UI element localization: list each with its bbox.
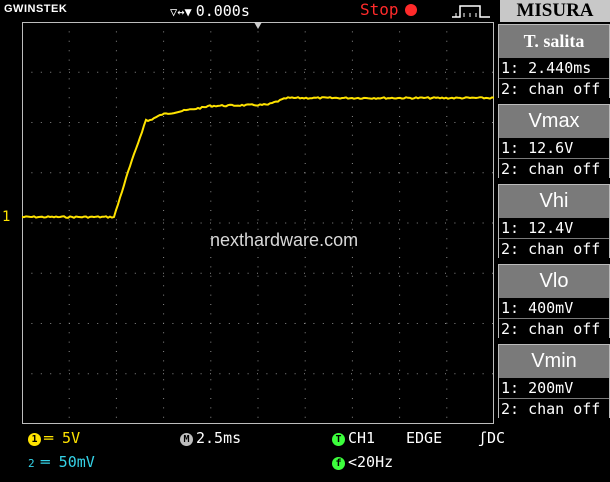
measurement-sidebar: T. salita 1: 2.440ms 2: chan off Vmax 1:…: [494, 22, 610, 424]
trigger-badge-icon: T: [332, 433, 345, 446]
trigger-source-value: CH1: [348, 429, 376, 447]
channel-1-trace: [22, 96, 494, 219]
trigger-coupling[interactable]: ʃDC: [478, 429, 505, 447]
ch1-scale-readout[interactable]: 1 ═ 5V: [28, 429, 80, 447]
trigger-position-marker: [254, 22, 262, 29]
ch2-badge-icon: 2: [28, 457, 35, 470]
top-status-bar: GWINSTEK ▽↔▼ 0.000s Stop MISURA: [0, 0, 610, 22]
trigger-position-icon: ▽↔▼: [170, 5, 192, 19]
timebase-badge-icon: M: [180, 433, 193, 446]
frequency-badge-icon: f: [332, 457, 345, 470]
measure-ch2-value: 2: chan off: [499, 239, 609, 259]
graticule: [22, 22, 494, 424]
measure-ch1-value: 1: 200mV: [499, 378, 609, 398]
measure-panel-vhi[interactable]: Vhi 1: 12.4V 2: chan off: [498, 184, 610, 259]
measure-ch2-value: 2: chan off: [499, 159, 609, 179]
trigger-delay-value: 0.000s: [195, 2, 250, 20]
brand-logo: GWINSTEK: [4, 3, 68, 15]
measure-ch1-value: 1: 400mV: [499, 298, 609, 318]
ch1-badge-icon: 1: [28, 433, 41, 446]
watermark-text: nexthardware.com: [210, 230, 359, 250]
menu-title: MISURA: [500, 0, 610, 22]
measure-label: Vlo: [539, 270, 569, 292]
bottom-status-bar: 1 ═ 5V 2 ═ 50mV M 2.5ms T CH1 EDGE ʃDC f <20H…: [0, 424, 610, 482]
measure-panel-vmin[interactable]: Vmin 1: 200mV 2: chan off: [498, 344, 610, 419]
measure-label: Vmin: [531, 350, 577, 372]
measure-panel-vlo[interactable]: Vlo 1: 400mV 2: chan off: [498, 264, 610, 339]
measure-label: Vmax: [528, 110, 580, 132]
run-state-label: Stop: [360, 0, 399, 19]
measure-panel-rise-time[interactable]: T. salita 1: 2.440ms 2: chan off: [498, 24, 610, 99]
measure-panel-vmax[interactable]: Vmax 1: 12.6V 2: chan off: [498, 104, 610, 179]
ch1-scale-value: ═ 5V: [44, 429, 81, 447]
run-stop-status[interactable]: Stop: [360, 0, 417, 19]
ch2-scale-value: ═ 50mV: [40, 453, 95, 471]
waveform-display: [22, 22, 494, 424]
timebase-readout[interactable]: M 2.5ms: [180, 429, 241, 447]
graticule-border: [22, 22, 494, 424]
measure-ch1-value: 1: 12.4V: [499, 218, 609, 238]
timebase-value: 2.5ms: [196, 429, 242, 447]
trigger-position-readout: ▽↔▼ 0.000s: [170, 2, 250, 20]
trigger-edge-icon: [452, 5, 490, 18]
measure-ch1-value: 1: 12.6V: [499, 138, 609, 158]
trigger-type[interactable]: EDGE: [406, 429, 442, 447]
measure-label: T. salita: [523, 31, 585, 51]
stop-indicator-icon: [404, 4, 417, 16]
frequency-readout: f <20Hz: [332, 453, 393, 471]
measure-ch1-value: 1: 2.440ms: [499, 58, 609, 78]
measure-label: Vhi: [539, 190, 569, 212]
measure-ch2-value: 2: chan off: [499, 319, 609, 339]
ch2-scale-readout[interactable]: 2 ═ 50mV: [28, 453, 95, 471]
trigger-source-readout[interactable]: T CH1: [332, 429, 375, 447]
measure-ch2-value: 2: chan off: [499, 399, 609, 419]
channel-1-ground-marker[interactable]: 1: [2, 209, 10, 225]
measure-ch2-value: 2: chan off: [499, 79, 609, 99]
frequency-value: <20Hz: [348, 453, 394, 471]
